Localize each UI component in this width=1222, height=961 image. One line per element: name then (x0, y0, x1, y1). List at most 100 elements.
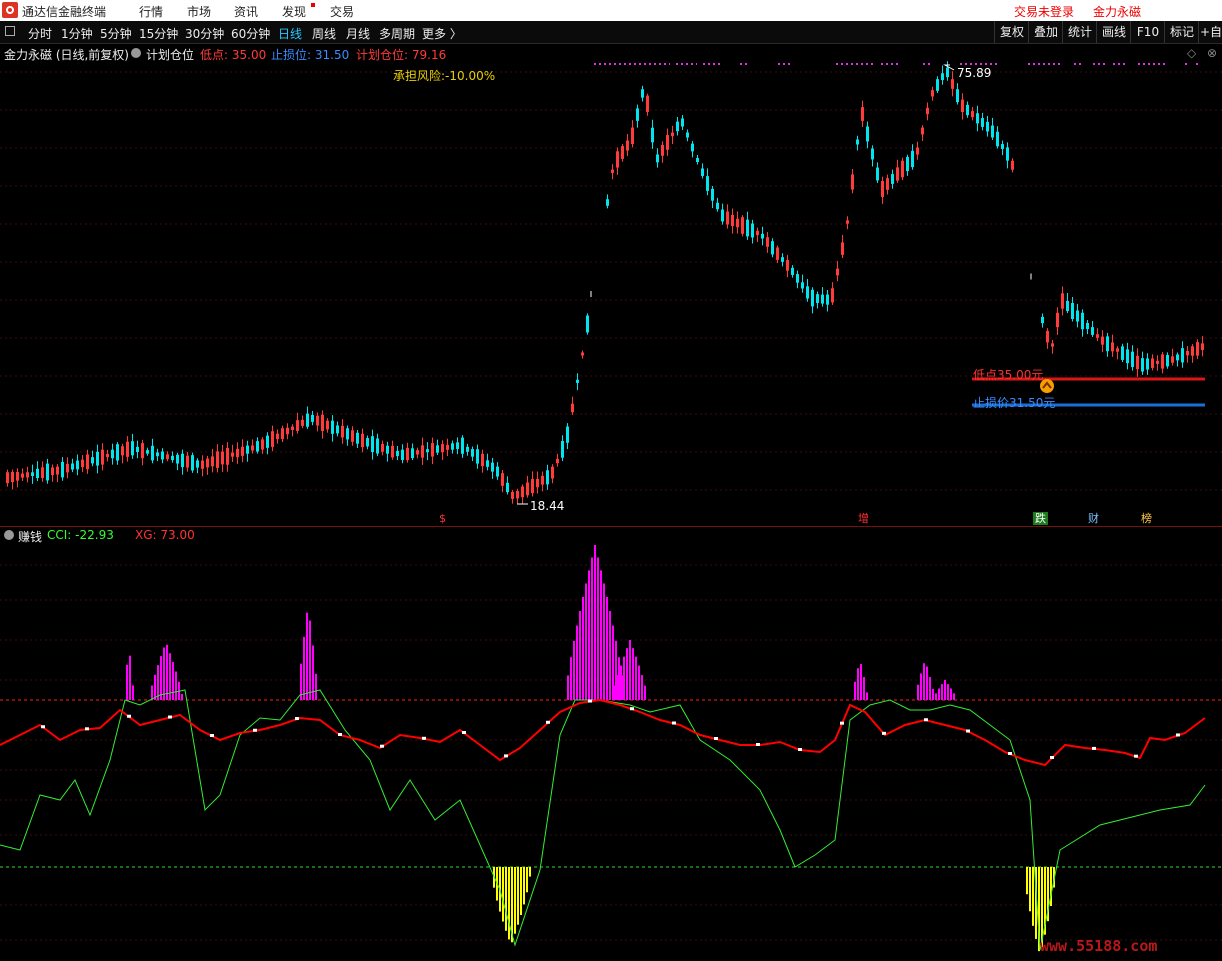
candle-body (1111, 342, 1114, 352)
candle-body (176, 454, 179, 464)
candle-body (876, 167, 879, 181)
cci-value-label: CCI: -22.93 (47, 528, 114, 542)
candle-body (306, 413, 309, 427)
candle-body (1186, 350, 1189, 356)
kline-chart-canvas[interactable] (0, 0, 1222, 961)
candle-body (16, 471, 19, 481)
event-marker-drop[interactable]: 跌 (1033, 512, 1048, 525)
candle-body (331, 420, 334, 434)
candle-body (191, 455, 194, 471)
xg-marker (924, 718, 928, 722)
candle-body (826, 294, 829, 305)
candle-body (771, 241, 774, 255)
candle-body (231, 452, 234, 457)
candle-body (1171, 356, 1174, 363)
candle-body (256, 441, 259, 452)
event-marker-dividend[interactable]: $ (437, 512, 448, 525)
candle-body (61, 461, 64, 478)
candle-body (931, 90, 934, 97)
candle-body (811, 289, 814, 307)
xg-marker (41, 725, 45, 729)
candle-body (346, 428, 349, 440)
candle-body (91, 457, 94, 464)
xg-marker (882, 731, 886, 735)
candle-body (386, 445, 389, 454)
event-marker-finance[interactable]: 财 (1086, 512, 1101, 525)
candle-body (921, 127, 924, 135)
candle-body (516, 490, 519, 499)
xg-value-label: XG: 73.00 (135, 528, 195, 542)
candle-body (406, 447, 409, 461)
candle-body (146, 450, 149, 454)
candle-body (66, 463, 69, 473)
candle-body (651, 127, 654, 143)
candle-body (861, 107, 864, 121)
candle-body (121, 446, 124, 456)
candle-body (56, 466, 59, 475)
candle-body (451, 443, 454, 450)
candle-body (571, 403, 574, 413)
xg-marker (85, 727, 89, 731)
candle-body (476, 449, 479, 464)
candle-body (221, 451, 224, 465)
candle-body (1106, 336, 1109, 352)
candle-body (321, 414, 324, 431)
candle-body (1121, 346, 1124, 360)
candle-body (896, 167, 899, 181)
candle-body (81, 459, 84, 468)
candle-body (131, 441, 134, 456)
candle-body (316, 415, 319, 426)
xg-marker (630, 707, 634, 711)
candle-body (1101, 336, 1104, 345)
xg-line (0, 698, 1206, 767)
xg-marker (1092, 746, 1096, 750)
collapse-panel-icon[interactable]: ◇ (1187, 46, 1196, 60)
candle-body (1151, 358, 1154, 368)
panel-divider[interactable] (0, 526, 1222, 527)
candle-body (646, 95, 649, 112)
close-panel-icon[interactable]: ⊗ (1207, 46, 1217, 60)
candle-body (666, 135, 669, 150)
xg-marker (546, 720, 550, 724)
candle-body (1116, 348, 1119, 352)
candle-body (1196, 342, 1199, 356)
indicator-dropdown-icon[interactable] (131, 48, 141, 58)
xg-marker (1176, 733, 1180, 737)
stop-line-label: 止损价31.50元 (973, 396, 1056, 410)
candle-body (506, 482, 509, 493)
candle-body (536, 478, 539, 488)
candle-body (26, 472, 29, 478)
event-marker-increase[interactable]: 增 (856, 512, 871, 525)
candle-body (906, 156, 909, 172)
candle-body (301, 419, 304, 426)
candle-body (266, 435, 269, 448)
candle-body (21, 473, 24, 478)
indicator2-dropdown-icon[interactable] (4, 530, 14, 540)
candle-body (1011, 160, 1014, 170)
candle-body (1056, 312, 1059, 328)
candle-body (566, 426, 569, 443)
candle-body (466, 446, 469, 452)
candle-body (156, 452, 159, 457)
candle-body (126, 441, 129, 457)
candle-body (246, 445, 249, 454)
xg-marker (504, 754, 508, 758)
candle-body (421, 445, 424, 458)
candle-body (871, 148, 874, 160)
candle-body (671, 132, 674, 137)
candle-body (486, 460, 489, 467)
candle-body (1181, 348, 1184, 363)
xg-marker (1050, 756, 1054, 759)
candle-body (461, 437, 464, 454)
candle-body (641, 89, 644, 98)
candle-body (366, 438, 369, 447)
low-line-label: 低点35.00元 (973, 368, 1044, 382)
candle-body (481, 453, 484, 467)
candle-body (336, 425, 339, 434)
event-marker-ranking[interactable]: 榜 (1139, 512, 1154, 525)
candle-body (581, 352, 584, 356)
candle-body (381, 443, 384, 452)
xg-marker (210, 734, 214, 737)
indicator-name: 计划仓位 (146, 48, 195, 62)
stock-title: 金力永磁 (日线,前复权) (4, 48, 129, 62)
